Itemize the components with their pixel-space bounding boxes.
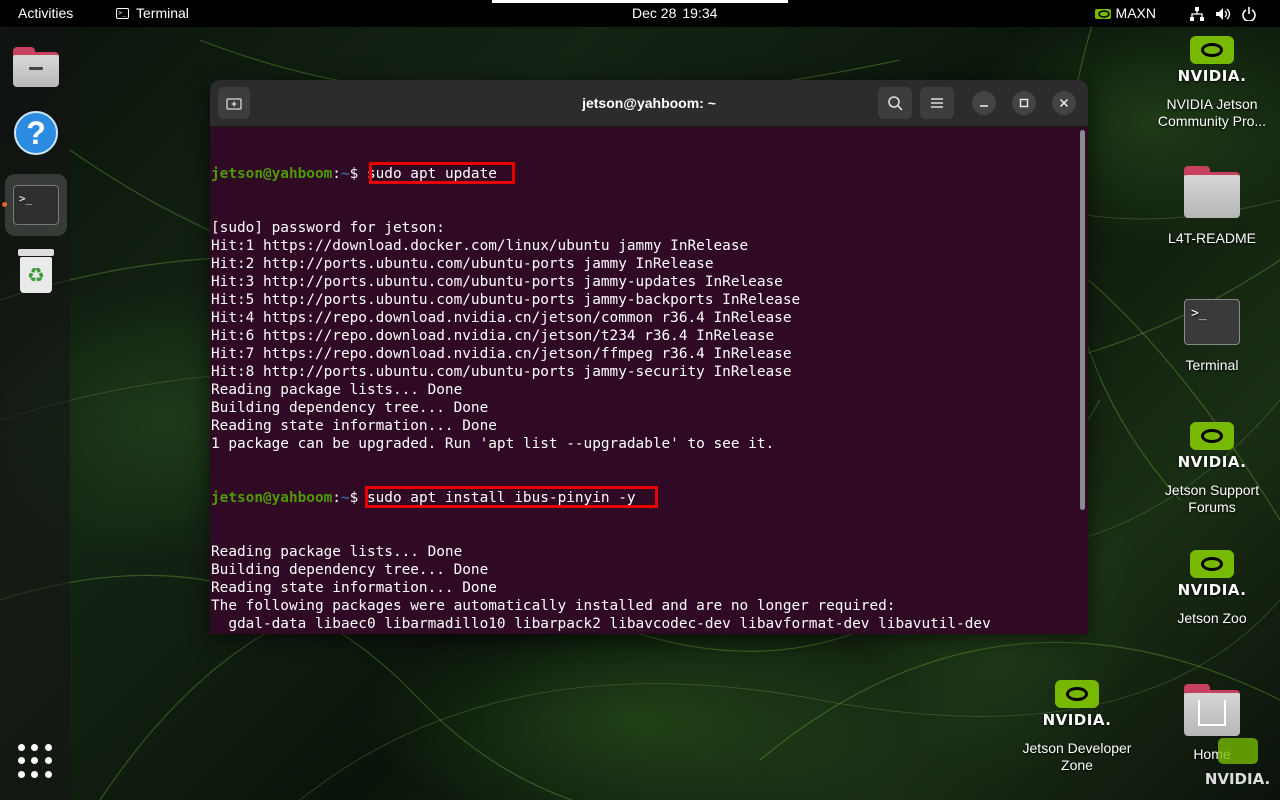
prompt-separator: : xyxy=(332,166,341,182)
prompt-line: jetson@yahboom:~$ sudo apt install ibus-… xyxy=(211,486,1080,508)
output-line: libblosc1 libcfitsio9 libcharls2 libdc13… xyxy=(211,633,1080,634)
nvidia-logo-icon: NVIDIA. xyxy=(1042,680,1112,736)
output-line: Hit:6 https://repo.download.nvidia.cn/je… xyxy=(211,328,775,344)
output-line: Hit:7 https://repo.download.nvidia.cn/je… xyxy=(211,346,792,362)
terminal-window[interactable]: jetson@yahboom: ~ jetson@yahboom:~$ sudo… xyxy=(210,80,1088,634)
dock: ? >_ ♻ xyxy=(0,27,70,800)
command-text: sudo apt update xyxy=(366,166,497,182)
power-mode-label: MAXN xyxy=(1115,5,1156,21)
desktop-icon-label: Terminal xyxy=(1185,357,1239,373)
output-line: Hit:3 http://ports.ubuntu.com/ubuntu-por… xyxy=(211,274,783,290)
menu-button[interactable] xyxy=(920,87,954,119)
prompt-line: jetson@yahboom:~$ sudo apt update xyxy=(211,162,1080,184)
output-line: The following packages were automaticall… xyxy=(211,598,896,614)
close-icon xyxy=(1059,98,1069,108)
home-folder-icon xyxy=(1184,684,1240,736)
search-icon xyxy=(888,96,903,111)
system-tray: MAXN xyxy=(1094,0,1260,27)
dock-trash[interactable]: ♻ xyxy=(5,240,67,302)
terminal-scrollbar[interactable] xyxy=(1080,130,1085,510)
terminal-mini-icon: >_ xyxy=(116,8,129,19)
app-menu[interactable]: >_ Terminal xyxy=(116,0,189,27)
desktop-icon-label: NVIDIA Jetson Community Pro... xyxy=(1157,96,1267,129)
desktop-icon-label: Jetson Developer Zone xyxy=(1022,740,1132,773)
clock[interactable]: Dec 28 19:34 xyxy=(632,0,717,27)
search-button[interactable] xyxy=(878,87,912,119)
network-icon[interactable] xyxy=(1186,0,1208,27)
folder-icon xyxy=(1184,166,1240,218)
prompt-separator: : xyxy=(332,490,341,506)
output-line: Hit:2 http://ports.ubuntu.com/ubuntu-por… xyxy=(211,256,714,272)
output-line: 1 package can be upgraded. Run 'apt list… xyxy=(211,436,775,452)
desktop-icon-label: Jetson Support Forums xyxy=(1164,482,1260,515)
maximize-icon xyxy=(1019,98,1029,108)
desktop-icon-jetson-support[interactable]: NVIDIA. Jetson Support Forums xyxy=(1147,422,1277,516)
desktop-icon-label: Jetson Zoo xyxy=(1177,610,1247,626)
clock-date: Dec 28 xyxy=(632,5,677,21)
output-line: Reading state information... Done xyxy=(211,580,497,596)
show-apps-button[interactable] xyxy=(18,744,52,778)
help-icon: ? xyxy=(14,111,58,155)
output-line: Reading package lists... Done xyxy=(211,544,463,560)
desktop-icon-terminal[interactable]: >_ Terminal xyxy=(1147,299,1277,374)
output-line: Hit:8 http://ports.ubuntu.com/ubuntu-por… xyxy=(211,364,792,380)
new-tab-icon xyxy=(226,98,242,110)
close-button[interactable] xyxy=(1052,91,1076,115)
power-mode-indicator[interactable]: MAXN xyxy=(1094,0,1156,27)
volume-icon[interactable] xyxy=(1212,0,1234,27)
desktop-icon-jetson-zoo[interactable]: NVIDIA. Jetson Zoo xyxy=(1147,550,1277,627)
output-line: Hit:1 https://download.docker.com/linux/… xyxy=(211,238,749,254)
nvidia-tray-icon xyxy=(1094,8,1111,19)
desktop-icon-label: L4T-README xyxy=(1168,230,1256,246)
desktop-icon-jetson-community[interactable]: NVIDIA. NVIDIA Jetson Community Pro... xyxy=(1147,36,1277,130)
terminal-icon: >_ xyxy=(13,185,59,225)
prompt-dollar: $ xyxy=(349,490,367,506)
prompt-user: jetson@yahboom xyxy=(211,490,333,506)
power-icon[interactable] xyxy=(1238,0,1260,27)
output-line: Reading state information... Done xyxy=(211,418,497,434)
terminal-output[interactable]: jetson@yahboom:~$ sudo apt update [sudo]… xyxy=(210,127,1080,634)
nvidia-logo-icon: NVIDIA. xyxy=(1177,422,1247,478)
new-tab-button[interactable] xyxy=(218,87,250,119)
app-menu-label: Terminal xyxy=(136,5,189,21)
corner-nvidia-watermark: NVIDIA. xyxy=(1200,738,1275,788)
minimize-button[interactable] xyxy=(972,91,996,115)
clock-time: 19:34 xyxy=(682,5,718,21)
dock-terminal[interactable]: >_ xyxy=(5,174,67,236)
files-icon xyxy=(13,47,59,87)
output-line: Building dependency tree... Done xyxy=(211,562,489,578)
output-line: [sudo] password for jetson: xyxy=(211,220,445,236)
dock-help[interactable]: ? xyxy=(5,102,67,164)
dock-files[interactable] xyxy=(5,36,67,98)
output-line: Hit:5 http://ports.ubuntu.com/ubuntu-por… xyxy=(211,292,801,308)
maximize-button[interactable] xyxy=(1012,91,1036,115)
minimize-icon xyxy=(980,105,988,107)
output-line: Reading package lists... Done xyxy=(211,382,463,398)
terminal-headerbar: jetson@yahboom: ~ xyxy=(210,80,1088,127)
desktop-icon-jetson-developer-zone[interactable]: NVIDIA. Jetson Developer Zone xyxy=(1012,680,1142,774)
top-bar: Activities >_ Terminal Dec 28 19:34 MAXN xyxy=(0,0,1280,27)
window-title: jetson@yahboom: ~ xyxy=(582,95,716,111)
output-line: gdal-data libaec0 libarmadillo10 libarpa… xyxy=(211,616,991,632)
trash-icon: ♻ xyxy=(18,249,54,293)
hamburger-icon xyxy=(931,98,943,108)
prompt-user: jetson@yahboom xyxy=(211,166,333,182)
output-line: Building dependency tree... Done xyxy=(211,400,489,416)
terminal-icon: >_ xyxy=(1184,299,1240,345)
prompt-path: ~ xyxy=(340,490,350,506)
nvidia-logo-icon: NVIDIA. xyxy=(1177,550,1247,606)
screenshot-overlay-strip xyxy=(492,0,788,3)
prompt-dollar: $ xyxy=(349,166,367,182)
output-line: Hit:4 https://repo.download.nvidia.cn/je… xyxy=(211,310,792,326)
nvidia-logo-icon: NVIDIA. xyxy=(1177,36,1247,92)
command-text: sudo apt install ibus-pinyin -y xyxy=(366,490,636,506)
desktop-icon-l4t-readme[interactable]: L4T-README xyxy=(1147,166,1277,247)
prompt-path: ~ xyxy=(340,166,350,182)
activities-button[interactable]: Activities xyxy=(18,0,73,27)
